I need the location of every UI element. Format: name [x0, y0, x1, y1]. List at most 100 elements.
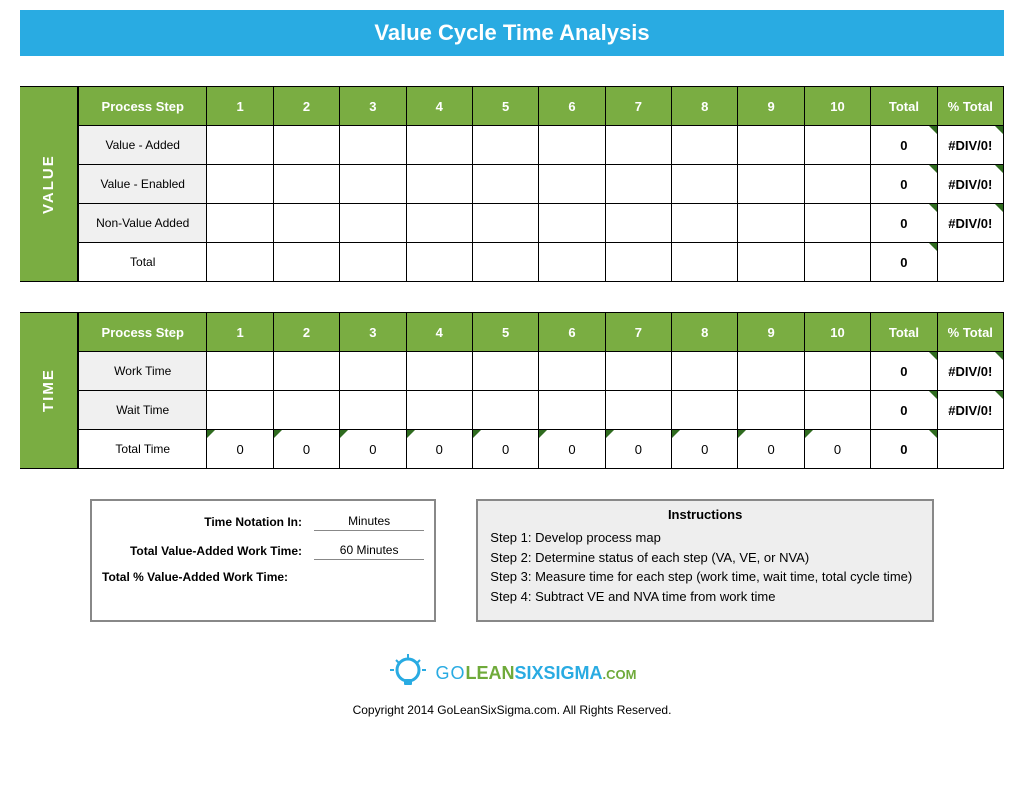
cell: 0: [207, 430, 273, 469]
cell[interactable]: [672, 391, 738, 430]
cell[interactable]: [738, 204, 804, 243]
time-section: TIME Process Step 1 2 3 4 5 6 7 8 9 10 T…: [20, 312, 1004, 469]
page-title: Value Cycle Time Analysis: [20, 10, 1004, 56]
cell[interactable]: [472, 126, 538, 165]
total-cell: 0: [871, 391, 937, 430]
total-cell: 0: [871, 204, 937, 243]
cell[interactable]: [340, 352, 406, 391]
cell[interactable]: [207, 391, 273, 430]
cell[interactable]: [406, 126, 472, 165]
col-step-3: 3: [340, 313, 406, 352]
copyright: Copyright 2014 GoLeanSixSigma.com. All R…: [10, 703, 1014, 717]
instructions-header: Instructions: [490, 507, 920, 522]
cell[interactable]: [472, 204, 538, 243]
time-header-row: Process Step 1 2 3 4 5 6 7 8 9 10 Total …: [79, 313, 1004, 352]
info-row: Time Notation In: Minutes Total Value-Ad…: [90, 499, 934, 622]
pct-cell: #DIV/0!: [937, 352, 1003, 391]
instructions-box: Instructions Step 1: Develop process map…: [476, 499, 934, 622]
cell: [406, 243, 472, 282]
cell[interactable]: [207, 126, 273, 165]
cell[interactable]: [539, 352, 605, 391]
col-step-8: 8: [672, 87, 738, 126]
cell: 0: [472, 430, 538, 469]
cell[interactable]: [340, 126, 406, 165]
value-side-label: VALUE: [20, 86, 78, 282]
col-step-2: 2: [273, 313, 339, 352]
cell: 0: [340, 430, 406, 469]
table-row: Non-Value Added 0 #DIV/0!: [79, 204, 1004, 243]
cell[interactable]: [539, 204, 605, 243]
row-label: Work Time: [79, 352, 207, 391]
total-va-value: 60 Minutes: [314, 541, 424, 560]
cell[interactable]: [207, 204, 273, 243]
cell[interactable]: [340, 391, 406, 430]
cell[interactable]: [207, 352, 273, 391]
cell[interactable]: [406, 391, 472, 430]
col-process-step: Process Step: [79, 313, 207, 352]
cell[interactable]: [672, 165, 738, 204]
total-cell: 0: [871, 352, 937, 391]
cell[interactable]: [605, 391, 671, 430]
cell[interactable]: [207, 165, 273, 204]
time-side-label: TIME: [20, 312, 78, 469]
cell[interactable]: [273, 352, 339, 391]
col-step-5: 5: [472, 87, 538, 126]
cell[interactable]: [672, 204, 738, 243]
cell[interactable]: [472, 165, 538, 204]
cell[interactable]: [804, 204, 870, 243]
table-row: Work Time 0 #DIV/0!: [79, 352, 1004, 391]
col-step-6: 6: [539, 313, 605, 352]
cell[interactable]: [804, 352, 870, 391]
cell[interactable]: [273, 165, 339, 204]
row-label: Total Time: [79, 430, 207, 469]
cell[interactable]: [340, 165, 406, 204]
cell[interactable]: [539, 165, 605, 204]
cell[interactable]: [804, 391, 870, 430]
cell: [472, 243, 538, 282]
cell[interactable]: [672, 126, 738, 165]
col-step-10: 10: [804, 87, 870, 126]
cell[interactable]: [472, 391, 538, 430]
cell[interactable]: [738, 352, 804, 391]
cell[interactable]: [605, 165, 671, 204]
cell[interactable]: [406, 165, 472, 204]
cell: [738, 243, 804, 282]
instruction-step: Step 2: Determine status of each step (V…: [490, 548, 920, 568]
cell[interactable]: [738, 165, 804, 204]
cell[interactable]: [672, 352, 738, 391]
cell[interactable]: [539, 126, 605, 165]
cell[interactable]: [406, 204, 472, 243]
cell: 0: [605, 430, 671, 469]
col-step-1: 1: [207, 313, 273, 352]
col-total: Total: [871, 87, 937, 126]
cell[interactable]: [273, 391, 339, 430]
cell: 0: [273, 430, 339, 469]
pct-cell: #DIV/0!: [937, 126, 1003, 165]
cell[interactable]: [804, 165, 870, 204]
cell[interactable]: [605, 126, 671, 165]
cell: [605, 243, 671, 282]
col-step-9: 9: [738, 87, 804, 126]
table-row: Total Time 0 0 0 0 0 0 0 0 0 0 0: [79, 430, 1004, 469]
col-pct-total: % Total: [937, 87, 1003, 126]
cell[interactable]: [804, 126, 870, 165]
cell[interactable]: [406, 352, 472, 391]
cell[interactable]: [539, 391, 605, 430]
cell[interactable]: [605, 204, 671, 243]
cell[interactable]: [605, 352, 671, 391]
cell: [804, 243, 870, 282]
row-label: Total: [79, 243, 207, 282]
cell[interactable]: [472, 352, 538, 391]
total-va-label: Total Value-Added Work Time:: [102, 544, 314, 558]
instruction-step: Step 1: Develop process map: [490, 528, 920, 548]
cell[interactable]: [738, 391, 804, 430]
time-notation-value[interactable]: Minutes: [314, 512, 424, 531]
cell[interactable]: [273, 204, 339, 243]
col-step-2: 2: [273, 87, 339, 126]
pct-cell: #DIV/0!: [937, 165, 1003, 204]
table-row: Wait Time 0 #DIV/0!: [79, 391, 1004, 430]
cell[interactable]: [273, 126, 339, 165]
footer: GOLEANSIXSIGMA.COM Copyright 2014 GoLean…: [10, 652, 1014, 717]
cell[interactable]: [340, 204, 406, 243]
cell[interactable]: [738, 126, 804, 165]
